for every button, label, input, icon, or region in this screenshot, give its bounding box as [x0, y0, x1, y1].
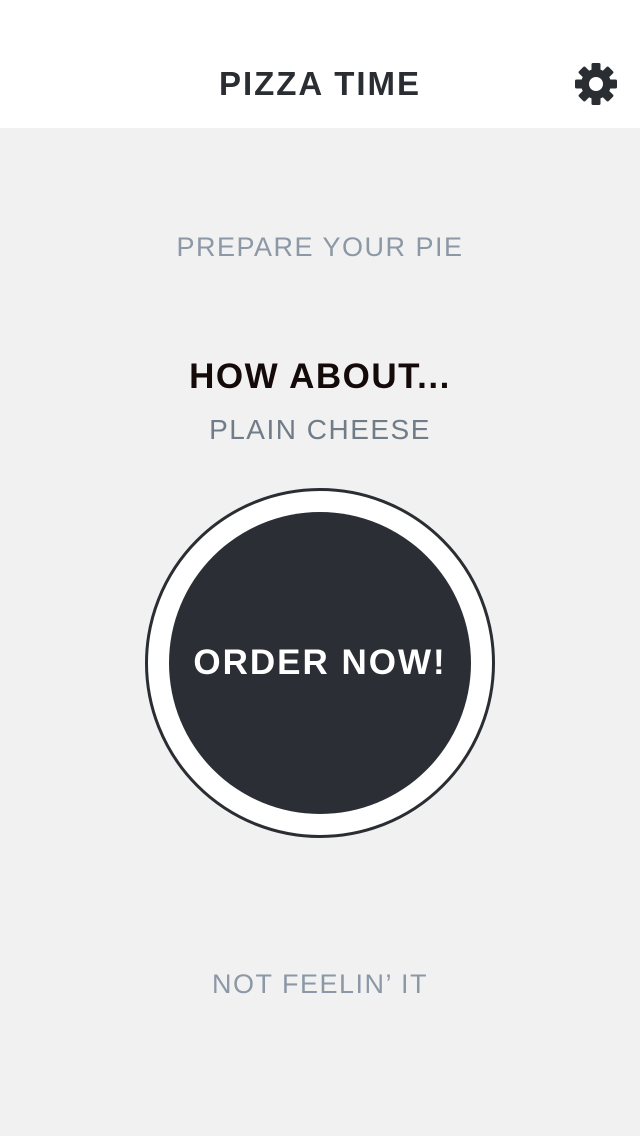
order-button-disc: ORDER NOW! [169, 512, 471, 814]
not-feelin-it-button[interactable]: NOT FEELIN’ IT [170, 964, 470, 1004]
section-label: PREPARE YOUR PIE [176, 232, 464, 262]
pizza-suggestion: PLAIN CHEESE [209, 414, 431, 445]
app-screen: PIZZA TIME PREPARE YOUR PIE HOW ABOUT... [0, 0, 640, 1136]
gear-icon [575, 63, 617, 105]
order-button-label: ORDER NOW! [193, 643, 447, 682]
app-title: PIZZA TIME [218, 65, 422, 102]
suggestion-prompt: HOW ABOUT... [189, 357, 451, 396]
order-now-button[interactable]: ORDER NOW! [145, 488, 495, 838]
settings-button[interactable] [570, 58, 622, 110]
navigation-bar: PIZZA TIME [0, 0, 640, 128]
